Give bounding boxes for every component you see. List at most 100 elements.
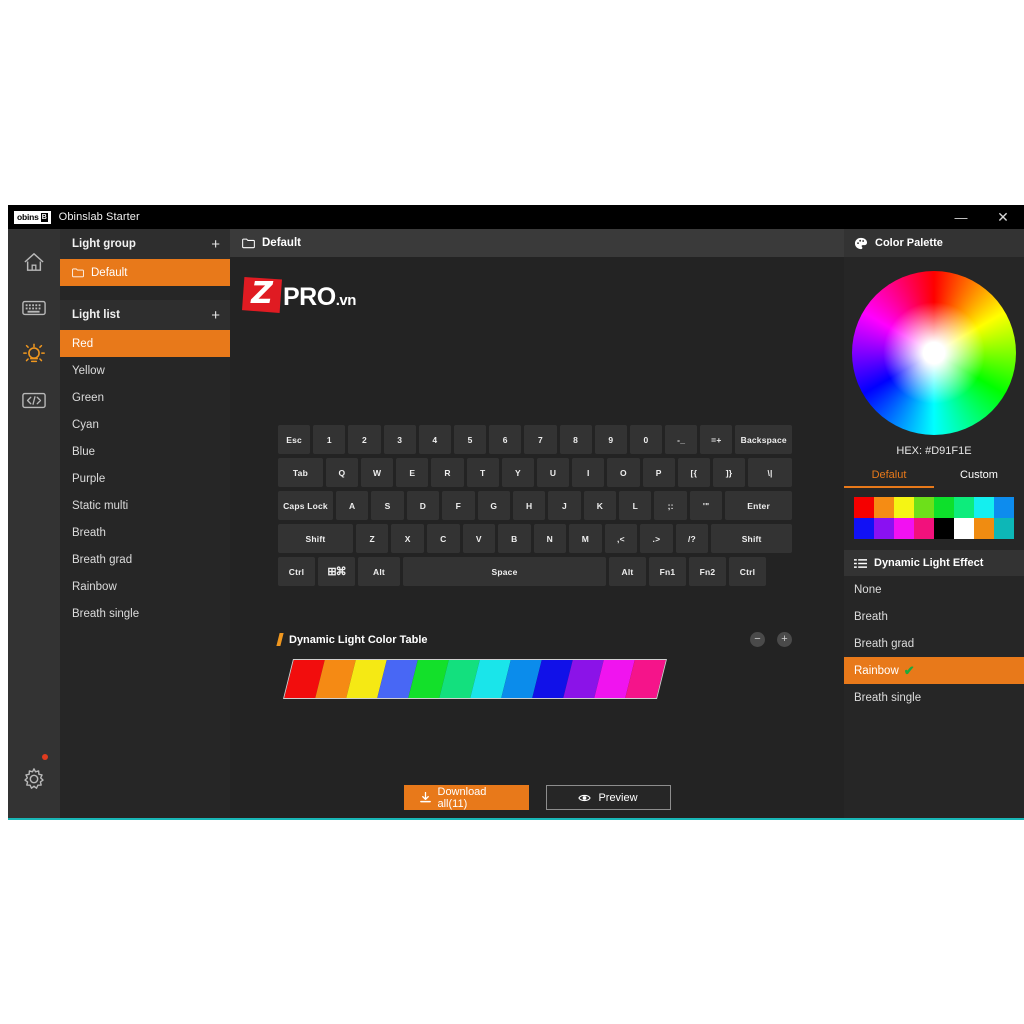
keyboard-icon[interactable] (8, 285, 60, 331)
minimize-button[interactable]: — (940, 205, 982, 229)
key-g[interactable]: G (477, 491, 510, 520)
effect-item-none[interactable]: None (844, 576, 1024, 603)
light-list-item-breath-single[interactable]: Breath single (60, 600, 230, 627)
key-fn1[interactable]: Fn1 (649, 557, 686, 586)
key-tab[interactable]: Tab (278, 458, 323, 487)
key-n[interactable]: N (533, 524, 567, 553)
key-alt[interactable]: Alt (358, 557, 400, 586)
key-k[interactable]: K (583, 491, 617, 520)
palette-swatch[interactable] (954, 497, 974, 518)
key-e[interactable]: E (396, 458, 429, 487)
key-0[interactable]: 0 (629, 425, 663, 454)
palette-swatch[interactable] (934, 518, 954, 539)
palette-swatch[interactable] (934, 497, 954, 518)
key-w[interactable]: W (361, 458, 394, 487)
effect-item-rainbow[interactable]: Rainbow ✔ (844, 657, 1024, 684)
palette-swatch[interactable] (894, 497, 914, 518)
palette-swatch[interactable] (874, 518, 894, 539)
key-[interactable]: '" (689, 491, 723, 520)
key-[interactable]: =+ (700, 425, 733, 454)
light-list-item-static-multi[interactable]: Static multi (60, 492, 230, 519)
light-list-item-breath-grad[interactable]: Breath grad (60, 546, 230, 573)
tab-default[interactable]: Default (262, 237, 301, 249)
add-color-button[interactable]: + (777, 632, 792, 647)
key-ctrl[interactable]: Ctrl (729, 557, 766, 586)
key-a[interactable]: A (335, 491, 369, 520)
key-6[interactable]: 6 (489, 425, 522, 454)
light-list-item-yellow[interactable]: Yellow (60, 357, 230, 384)
key-4[interactable]: 4 (418, 425, 451, 454)
key-[interactable]: ⊞⌘ (318, 557, 355, 586)
key-1[interactable]: 1 (313, 425, 346, 454)
effect-item-breath-grad[interactable]: Breath grad (844, 630, 1024, 657)
key-h[interactable]: H (512, 491, 546, 520)
light-list-item-rainbow[interactable]: Rainbow (60, 573, 230, 600)
key-z[interactable]: Z (355, 524, 389, 553)
key-shift[interactable]: Shift (711, 524, 793, 553)
home-icon[interactable] (8, 239, 60, 285)
key-[interactable]: /? (675, 524, 709, 553)
light-list-item-cyan[interactable]: Cyan (60, 411, 230, 438)
remove-color-button[interactable]: − (750, 632, 765, 647)
download-all-button[interactable]: Download all(11) (403, 785, 529, 810)
key-esc[interactable]: Esc (278, 425, 311, 454)
effect-item-breath-single[interactable]: Breath single (844, 684, 1024, 711)
key-5[interactable]: 5 (453, 425, 487, 454)
key-v[interactable]: V (462, 524, 496, 553)
key-f[interactable]: F (442, 491, 475, 520)
key-[interactable]: -_ (665, 425, 698, 454)
gear-icon[interactable] (8, 754, 60, 802)
light-list-item-red[interactable]: Red (60, 330, 230, 357)
key-[interactable]: \| (748, 458, 792, 487)
key-9[interactable]: 9 (594, 425, 627, 454)
light-list-item-breath[interactable]: Breath (60, 519, 230, 546)
color-wheel-selector[interactable] (923, 342, 945, 364)
key-shift[interactable]: Shift (278, 524, 353, 553)
key-[interactable]: ;: (654, 491, 687, 520)
palette-swatch[interactable] (874, 497, 894, 518)
key-o[interactable]: O (607, 458, 640, 487)
key-backspace[interactable]: Backspace (735, 425, 793, 454)
palette-swatch[interactable] (974, 518, 994, 539)
key-x[interactable]: X (391, 524, 424, 553)
key-enter[interactable]: Enter (725, 491, 793, 520)
add-light-button[interactable]: + (211, 308, 220, 323)
dynamic-light-color-table[interactable] (283, 659, 667, 699)
key-b[interactable]: B (498, 524, 531, 553)
light-group-item-default[interactable]: Default (60, 259, 230, 286)
tab-default-palette[interactable]: Defalut (844, 469, 934, 488)
light-list-item-green[interactable]: Green (60, 384, 230, 411)
key-[interactable]: .> (640, 524, 673, 553)
key-r[interactable]: R (431, 458, 464, 487)
palette-swatch[interactable] (974, 497, 994, 518)
key-[interactable]: ,< (604, 524, 638, 553)
key-i[interactable]: I (572, 458, 605, 487)
palette-swatch[interactable] (994, 518, 1014, 539)
key-fn2[interactable]: Fn2 (689, 557, 726, 586)
key-q[interactable]: Q (325, 458, 359, 487)
key-8[interactable]: 8 (559, 425, 592, 454)
code-icon[interactable] (8, 377, 60, 423)
key-space[interactable]: Space (403, 557, 606, 586)
light-bulb-icon[interactable] (8, 331, 60, 377)
palette-swatch[interactable] (914, 518, 934, 539)
color-wheel[interactable] (852, 271, 1016, 435)
close-button[interactable]: ✕ (982, 205, 1024, 229)
tab-custom-palette[interactable]: Custom (934, 469, 1024, 488)
key-u[interactable]: U (536, 458, 570, 487)
key-ctrl[interactable]: Ctrl (278, 557, 315, 586)
key-y[interactable]: Y (501, 458, 534, 487)
palette-swatch[interactable] (854, 518, 874, 539)
key-s[interactable]: S (371, 491, 404, 520)
light-list-item-blue[interactable]: Blue (60, 438, 230, 465)
light-list-item-purple[interactable]: Purple (60, 465, 230, 492)
key-[interactable]: [{ (677, 458, 710, 487)
palette-swatch[interactable] (954, 518, 974, 539)
palette-swatch[interactable] (854, 497, 874, 518)
key-[interactable]: ]} (712, 458, 746, 487)
key-capslock[interactable]: Caps Lock (278, 491, 333, 520)
key-7[interactable]: 7 (524, 425, 557, 454)
key-2[interactable]: 2 (348, 425, 381, 454)
effect-item-breath[interactable]: Breath (844, 603, 1024, 630)
palette-swatch[interactable] (894, 518, 914, 539)
